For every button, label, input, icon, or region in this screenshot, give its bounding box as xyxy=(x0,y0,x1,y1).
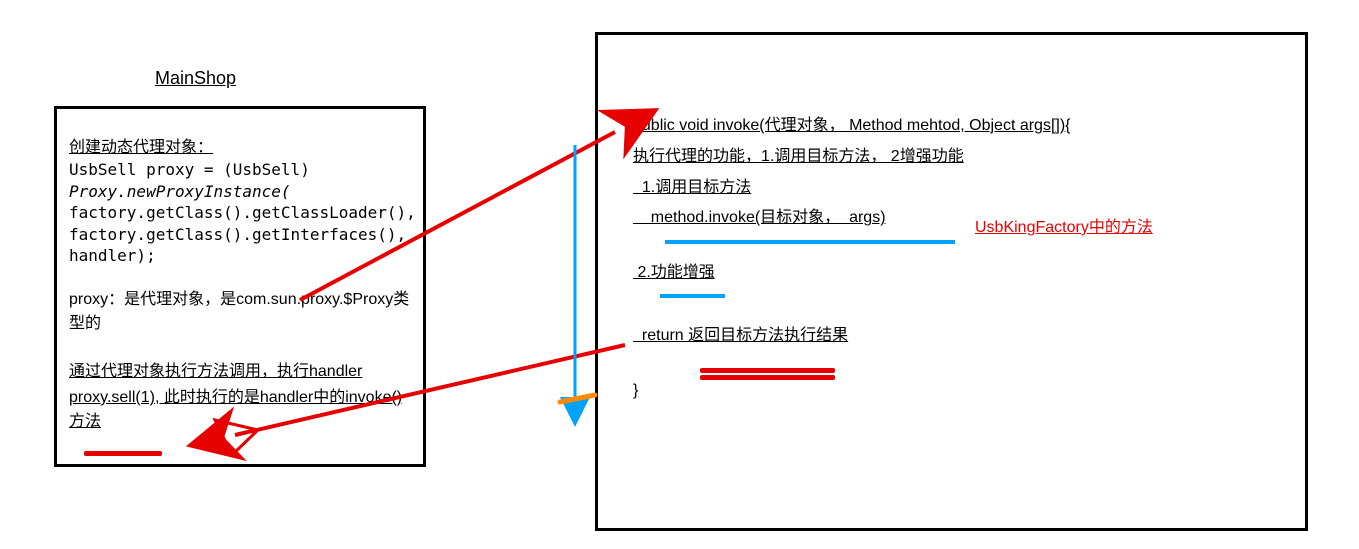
right-l3: 1.调用目标方法 xyxy=(633,174,1280,203)
red-note-usbkingfactory: UsbKingFactory中的方法 xyxy=(975,213,1153,237)
right-l6: return 返回目标方法执行结果 xyxy=(633,322,1280,351)
right-l2: 执行代理的功能，1.调用目标方法， 2增强功能 xyxy=(633,143,1280,172)
left-l7: proxy：是代理对象，是com.sun.proxy.$Proxy类型的 xyxy=(69,285,411,333)
blue-underline-enhance xyxy=(660,294,725,298)
left-l4: factory.getClass().getClassLoader(), xyxy=(69,202,411,224)
left-l3-text: Proxy.newProxyInstance( xyxy=(69,182,291,201)
left-l5: factory.getClass().getInterfaces(), xyxy=(69,224,411,246)
right-l4: method.invoke(目标对象， args) xyxy=(633,204,1280,233)
left-l8: 通过代理对象执行方法调用，执行handler xyxy=(69,357,411,381)
orange-accent xyxy=(560,395,595,402)
left-box: 创建动态代理对象： UsbSell proxy = (UsbSell) Prox… xyxy=(54,106,426,467)
left-l6: handler); xyxy=(69,245,411,267)
left-l9: proxy.sell(1), 此时执行的是handler中的invoke()方法 xyxy=(69,383,411,431)
right-content: public void invoke(代理对象， Method mehtod, … xyxy=(598,35,1305,418)
right-l1: public void invoke(代理对象， Method mehtod, … xyxy=(633,112,1280,141)
left-title: MainShop xyxy=(155,68,236,89)
left-l2: UsbSell proxy = (UsbSell) xyxy=(69,159,411,181)
blue-underline-method-invoke xyxy=(665,240,955,244)
right-l7: } xyxy=(633,377,1280,406)
right-box: public void invoke(代理对象， Method mehtod, … xyxy=(595,32,1308,531)
left-l1: 创建动态代理对象： xyxy=(69,133,411,157)
red-underline-return xyxy=(700,368,835,373)
red-underline-return-2 xyxy=(700,375,835,380)
red-underline-proxysell xyxy=(84,451,162,456)
right-l5: 2.功能增强 xyxy=(633,259,1280,288)
left-l3: Proxy.newProxyInstance( xyxy=(69,181,411,203)
left-content: 创建动态代理对象： UsbSell proxy = (UsbSell) Prox… xyxy=(57,109,423,443)
